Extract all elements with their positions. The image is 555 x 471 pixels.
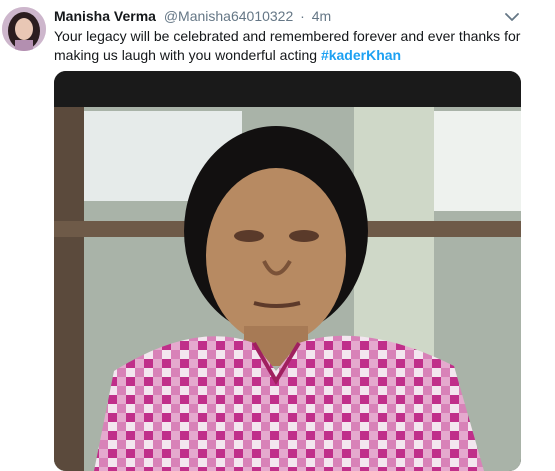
tweet-header: Manisha Verma @Manisha64010322 · 4m <box>54 7 331 25</box>
tweet[interactable]: Manisha Verma @Manisha64010322 · 4m Your… <box>0 0 555 471</box>
tweet-text-body: Your legacy will be celebrated and remem… <box>54 28 521 63</box>
author-name[interactable]: Manisha Verma <box>54 8 156 24</box>
author-handle[interactable]: @Manisha64010322 <box>164 8 293 24</box>
avatar[interactable] <box>2 7 46 51</box>
separator-dot: · <box>300 8 305 24</box>
photo-image <box>54 71 521 471</box>
chevron-down-icon[interactable] <box>503 10 521 24</box>
hashtag-link[interactable]: #kaderKhan <box>321 47 401 63</box>
tweet-timestamp[interactable]: 4m <box>312 8 331 24</box>
tweet-text: Your legacy will be celebrated and remem… <box>54 27 524 65</box>
tweet-media-photo[interactable] <box>54 71 521 471</box>
